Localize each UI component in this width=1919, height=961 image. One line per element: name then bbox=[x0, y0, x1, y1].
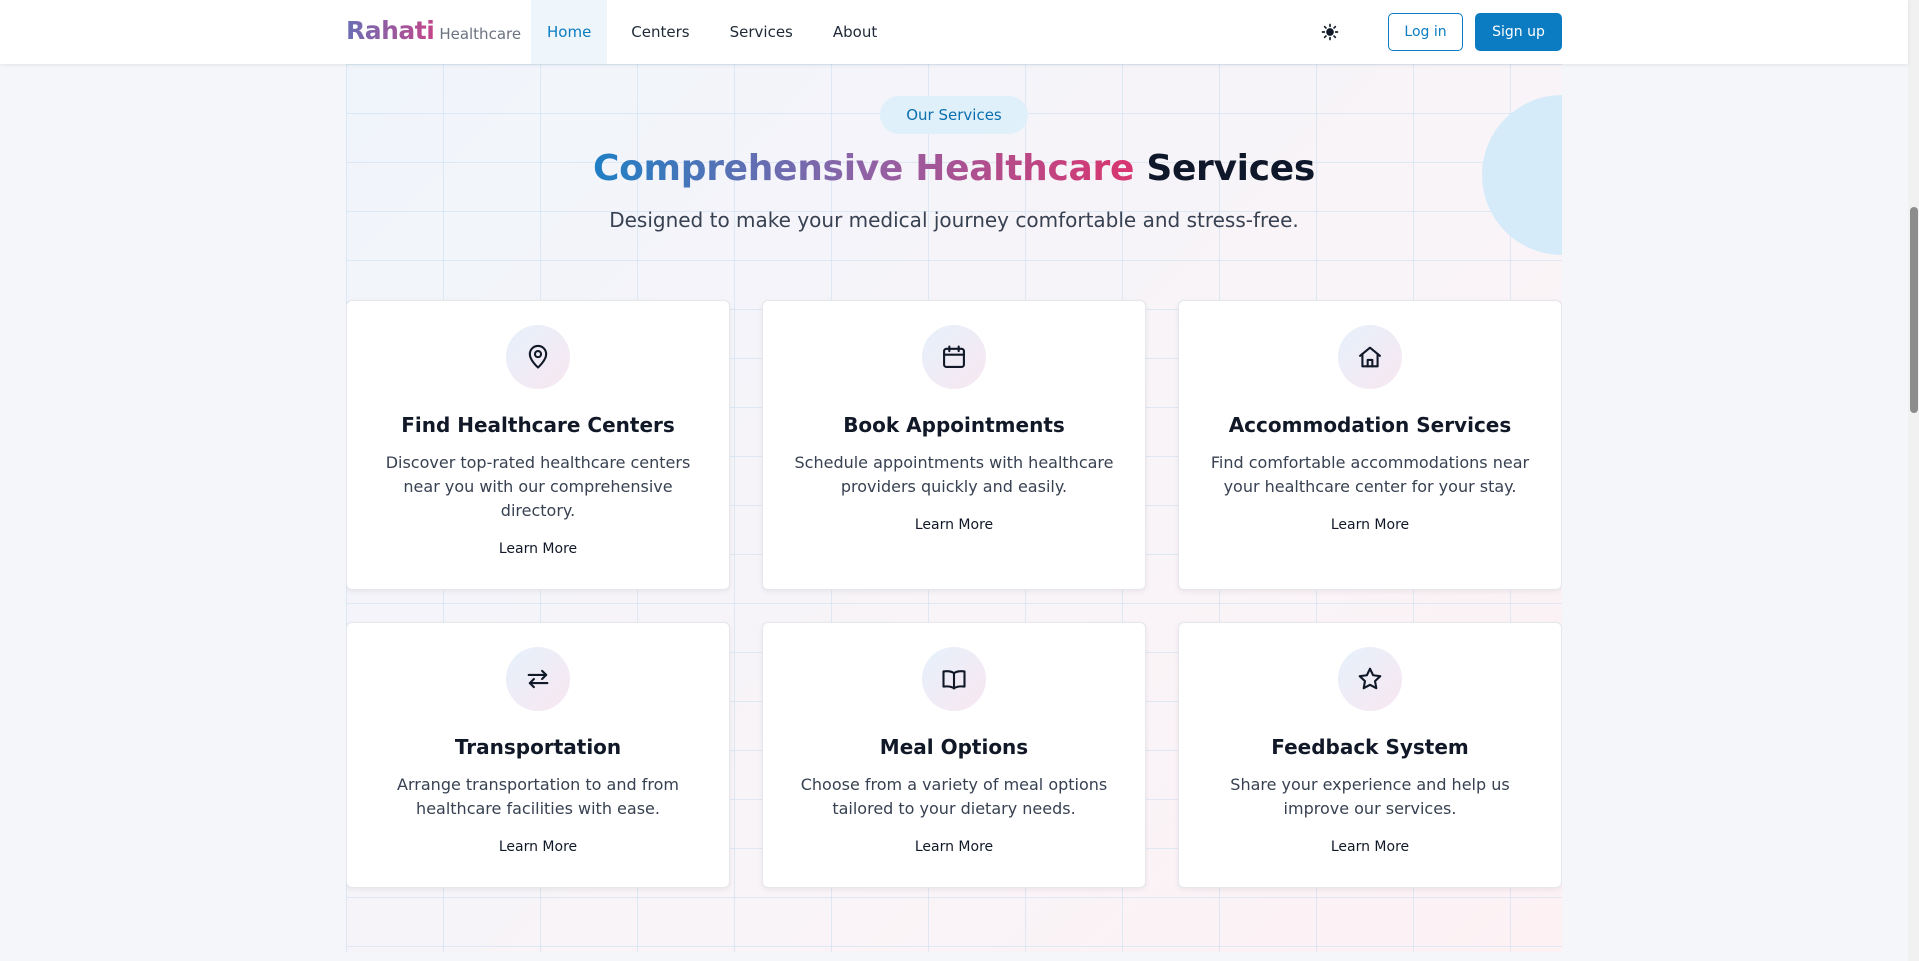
services-section: Our Services Comprehensive Healthcare Se… bbox=[346, 64, 1562, 952]
learn-more-link[interactable]: Learn More bbox=[915, 517, 993, 533]
card-title: Feedback System bbox=[1271, 735, 1469, 759]
section-subtitle: Designed to make your medical journey co… bbox=[609, 208, 1299, 232]
sun-icon bbox=[1321, 23, 1339, 41]
heading-gradient-text: Comprehensive Healthcare bbox=[592, 148, 1135, 189]
service-card-find-centers: Find Healthcare Centers Discover top-rat… bbox=[346, 300, 730, 590]
page-scrollbar[interactable] bbox=[1908, 0, 1919, 961]
main-nav: Home Centers Services About bbox=[531, 0, 901, 64]
learn-more-link[interactable]: Learn More bbox=[915, 839, 993, 855]
section-badge: Our Services bbox=[880, 96, 1028, 134]
learn-more-link[interactable]: Learn More bbox=[499, 839, 577, 855]
brand-logo[interactable]: Rahati Healthcare bbox=[346, 16, 521, 45]
learn-more-link[interactable]: Learn More bbox=[1331, 839, 1409, 855]
nav-link-about[interactable]: About bbox=[817, 0, 893, 64]
service-card-feedback: Feedback System Share your experience an… bbox=[1178, 622, 1562, 888]
card-icon-wrapper bbox=[506, 325, 570, 389]
card-title: Book Appointments bbox=[843, 413, 1065, 437]
brand-name: Rahati bbox=[346, 16, 435, 45]
calendar-icon bbox=[943, 345, 965, 368]
star-icon bbox=[1358, 667, 1382, 690]
service-card-transportation: Transportation Arrange transportation to… bbox=[346, 622, 730, 888]
heading-plain-text: Services bbox=[1146, 148, 1316, 189]
map-pin-icon bbox=[528, 344, 548, 369]
arrows-exchange-icon bbox=[527, 669, 549, 689]
service-card-meal-options: Meal Options Choose from a variety of me… bbox=[762, 622, 1146, 888]
home-icon bbox=[1359, 346, 1381, 368]
card-title: Meal Options bbox=[879, 735, 1029, 759]
card-description: Choose from a variety of meal options ta… bbox=[800, 775, 1108, 818]
card-description: Find comfortable accommodations near you… bbox=[1210, 453, 1530, 496]
nav-link-home[interactable]: Home bbox=[531, 0, 608, 64]
nav-link-centers[interactable]: Centers bbox=[615, 0, 705, 64]
section-heading: Comprehensive Healthcare Services bbox=[346, 148, 1562, 189]
learn-more-link[interactable]: Learn More bbox=[499, 541, 577, 557]
card-description: Arrange transportation to and from healt… bbox=[397, 775, 679, 818]
service-card-accommodation: Accommodation Services Find comfortable … bbox=[1178, 300, 1562, 590]
service-card-book-appointments: Book Appointments Schedule appointments … bbox=[762, 300, 1146, 590]
top-navbar: Rahati Healthcare Home Centers Services … bbox=[0, 0, 1908, 64]
brand-subtitle: Healthcare bbox=[439, 25, 522, 43]
page: Rahati Healthcare Home Centers Services … bbox=[0, 0, 1919, 961]
card-title: Find Healthcare Centers bbox=[401, 413, 675, 437]
card-description: Discover top-rated healthcare centers ne… bbox=[385, 453, 691, 520]
card-title: Accommodation Services bbox=[1228, 413, 1512, 437]
signup-button[interactable]: Sign up bbox=[1475, 13, 1562, 51]
card-description: Share your experience and help us improv… bbox=[1230, 775, 1510, 818]
learn-more-link[interactable]: Learn More bbox=[1331, 517, 1409, 533]
nav-link-services[interactable]: Services bbox=[714, 0, 809, 64]
theme-toggle-button[interactable] bbox=[1318, 20, 1342, 44]
card-icon-wrapper bbox=[922, 647, 986, 711]
book-open-icon bbox=[942, 670, 966, 690]
card-icon-wrapper bbox=[922, 325, 986, 389]
login-button[interactable]: Log in bbox=[1388, 13, 1463, 51]
card-icon-wrapper bbox=[1338, 325, 1402, 389]
card-title: Transportation bbox=[454, 735, 622, 759]
card-icon-wrapper bbox=[506, 647, 570, 711]
scrollbar-thumb[interactable] bbox=[1910, 207, 1918, 413]
card-icon-wrapper bbox=[1338, 647, 1402, 711]
card-description: Schedule appointments with healthcare pr… bbox=[794, 453, 1114, 496]
